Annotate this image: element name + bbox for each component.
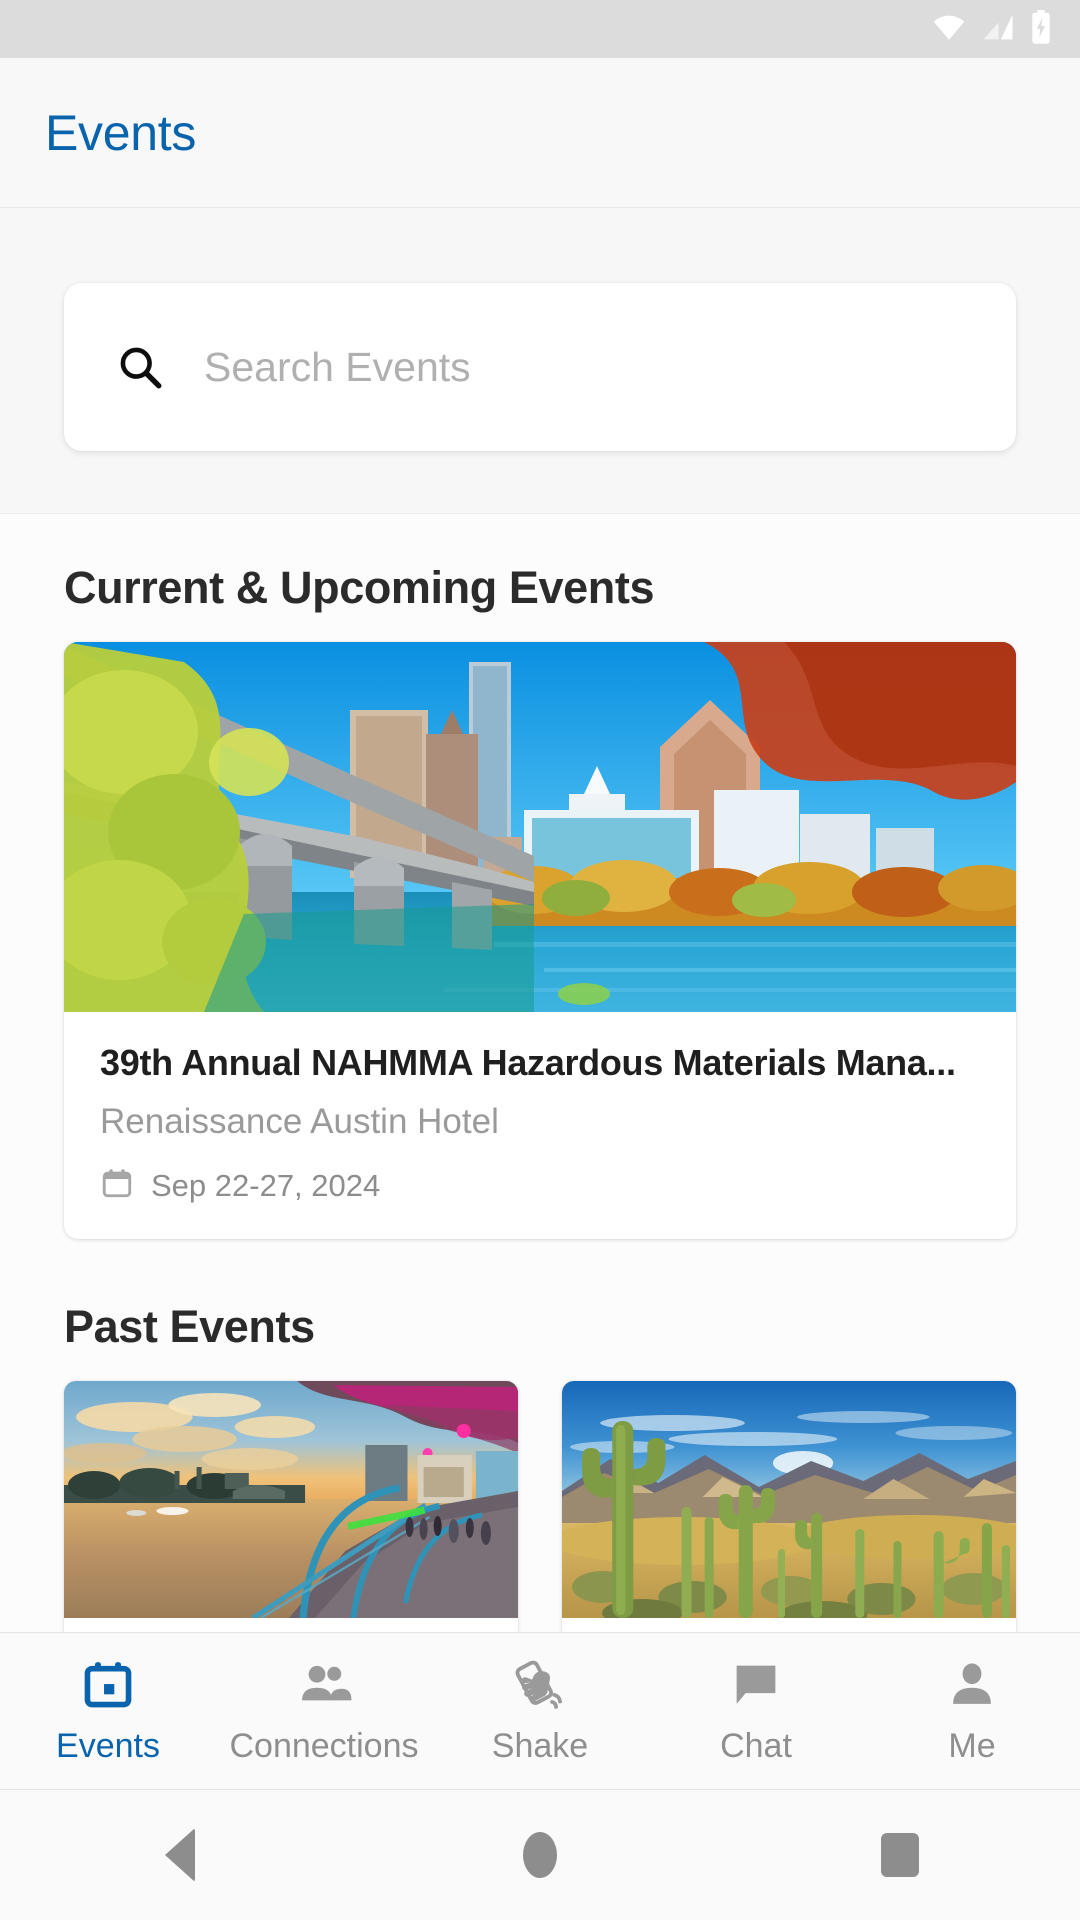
cellular-signal-icon <box>982 13 1014 46</box>
chat-bubble-icon <box>729 1656 783 1714</box>
battery-charging-icon <box>1030 9 1052 49</box>
event-date-row: Sep 22-27, 2024 <box>100 1166 980 1205</box>
page-title: Events <box>45 104 197 161</box>
app-root: Events Search Events Current & Upcoming … <box>0 0 1080 1920</box>
nav-item-me[interactable]: Me <box>864 1656 1080 1766</box>
search-input[interactable]: Search Events <box>64 283 1016 451</box>
past-events-heading: Past Events <box>64 1301 315 1352</box>
back-button[interactable] <box>120 1828 240 1882</box>
home-button[interactable] <box>480 1832 600 1878</box>
people-icon <box>296 1656 352 1714</box>
calendar-icon <box>100 1166 134 1205</box>
nav-label-connections: Connections <box>229 1727 419 1765</box>
nav-item-connections[interactable]: Connections <box>216 1656 432 1766</box>
bottom-navigation: Events Connections Shake Chat Me <box>0 1632 1080 1790</box>
nav-label-me: Me <box>948 1727 996 1765</box>
event-title: 39th Annual NAHMMA Hazardous Materials M… <box>100 1042 956 1083</box>
shake-phone-icon <box>511 1656 569 1714</box>
upcoming-events-heading: Current & Upcoming Events <box>64 562 655 613</box>
recents-button[interactable] <box>840 1833 960 1877</box>
app-bar: Events <box>0 58 1080 208</box>
event-image-austin <box>64 642 1016 1012</box>
nav-item-shake[interactable]: Shake <box>432 1656 648 1766</box>
event-card-body: 39th Annual NAHMMA Hazardous Materials M… <box>64 1012 1016 1239</box>
search-placeholder: Search Events <box>204 343 471 390</box>
nav-label-events: Events <box>56 1727 160 1765</box>
nav-item-chat[interactable]: Chat <box>648 1656 864 1766</box>
event-date: Sep 22-27, 2024 <box>151 1167 381 1203</box>
nav-item-events[interactable]: Events <box>0 1656 216 1766</box>
wifi-icon <box>932 14 966 45</box>
nav-label-shake: Shake <box>491 1727 589 1765</box>
past-event-image-riverwalk <box>64 1381 518 1618</box>
calendar-icon <box>80 1656 136 1714</box>
past-event-image-desert <box>562 1381 1016 1618</box>
search-section: Search Events <box>0 208 1080 514</box>
person-icon <box>945 1656 999 1714</box>
nav-label-chat: Chat <box>720 1727 792 1765</box>
status-bar <box>0 0 1080 58</box>
search-icon <box>112 339 168 395</box>
event-card[interactable]: 39th Annual NAHMMA Hazardous Materials M… <box>64 642 1016 1239</box>
event-venue: Renaissance Austin Hotel <box>100 1102 499 1141</box>
android-system-nav <box>0 1790 1080 1920</box>
